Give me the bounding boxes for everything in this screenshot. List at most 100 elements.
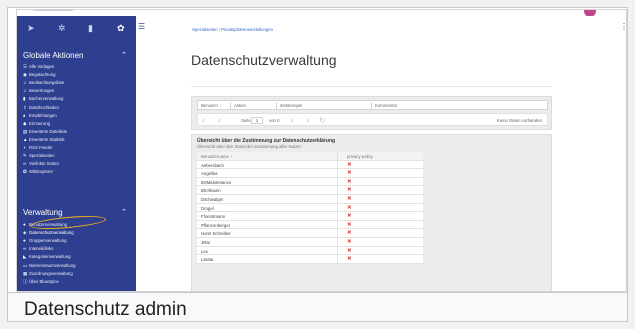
table-row: Dschwalger ✕ [197,194,423,204]
sidebar-item[interactable]: ♠ Empfehlungen [23,112,131,119]
column-divider [337,194,338,203]
consent-table-body: Aebersbach ✕ Angelika ✕ BSMaintenance ✕ Bhofma… [197,160,423,264]
sidebar-section-title: Globale Aktionen [23,51,84,60]
sidebar-section-header[interactable]: Globale Aktionen ⌃ [23,51,129,60]
main-content: ☰ ⋮ Spezialseiten / Privatsphäreneinstel… [136,16,626,291]
page-number-input[interactable]: 1 [251,117,263,124]
username-cell: Drogel [201,205,214,211]
last-page-icon[interactable]: › [306,115,309,125]
sidebar: ➤ ✲ ▮ ✿ Globale Aktionen ⌃ ☰ Alle Vorlagen ◉… [17,16,137,291]
breadcrumb-item-spezialseiten[interactable]: Spezialseiten [192,27,218,32]
username-cell: Lärata [201,257,214,263]
column-header-benutzer[interactable]: Benutzer ↓ [201,102,222,110]
column-header-username[interactable]: Benutzername ↑ [201,154,232,159]
sidebar-item-label: Namensraumverwaltung [29,262,76,268]
not-consented-icon: ✕ [347,238,352,245]
not-consented-icon: ✕ [347,230,352,237]
not-consented-icon: ✕ [347,213,352,220]
sidebar-item[interactable]: ☰ Alle Vorlagen [23,63,131,70]
sidebar-item[interactable]: ◆ Erinnerung [23,120,131,127]
column-header-aktion[interactable]: Aktion [230,102,246,110]
username-cell: Angelika [201,171,218,177]
not-consented-icon: ✕ [347,247,352,254]
sidebar-item-label: Verlinkte Seiten [29,161,59,167]
sidebar-top-icons: ➤ ✲ ▮ ✿ [25,23,137,35]
sidebar-item[interactable]: ▭ Namensraumverwaltung [23,262,131,269]
sidebar-item[interactable]: ◗ RSS Feeder [23,144,131,151]
column-divider [337,229,338,237]
table-row: Pflanzenberger ✕ [197,220,423,230]
table-row: Horst Schreiber ✕ [197,229,423,238]
prev-page-icon[interactable]: ‹ [218,115,221,125]
paper-plane-icon[interactable]: ➤ [27,23,35,34]
sidebar-item-label: Kategorienverwaltung [29,254,71,260]
chevron-up-icon[interactable]: ⌃ [121,51,127,59]
sidebar-item[interactable]: ▤ Erweiterte Dateiliste [23,128,131,135]
sidebar-item[interactable]: ◣ Kategorienverwaltung [23,253,131,260]
sidebar-item-label: Datenschutzverwaltung [29,230,74,236]
username-cell: Pflanzenberger [201,222,231,228]
not-consented-icon: ✕ [347,170,352,177]
table-row: BSMaintenance ✕ [197,177,423,187]
column-header-zeitstempel[interactable]: Zeitstempel [276,102,302,110]
username-cell: Horst Schreiber [201,231,231,237]
column-divider [337,203,338,212]
gear-icon[interactable]: ✿ [117,23,125,34]
first-page-icon[interactable]: ‹ [202,115,205,125]
hamburger-menu-icon[interactable]: ☰ [138,22,145,31]
column-header-privacy-policy[interactable]: privacy policy [347,154,417,159]
sidebar-item[interactable]: ✎ Spezialseiten [23,152,131,159]
sidebar-item[interactable]: ∞ Interwikilinks [23,245,131,252]
table-row: Bhofmann ✕ [197,186,423,195]
not-consented-icon: ✕ [347,187,352,194]
not-consented-icon: ✕ [347,204,352,211]
sidebar-item[interactable]: ▲ Erweiterte Statistik [23,136,131,143]
sidebar-section-title: Verwaltung [23,208,63,217]
next-page-icon[interactable]: › [290,115,293,125]
sidebar-item[interactable]: ☆ Bewertungen [23,87,131,94]
page-count: von 0 [269,118,280,123]
clipboard-icon[interactable]: ▮ [88,23,93,34]
sidebar-item-label: Erweiterte Dateiliste [29,128,68,134]
sidebar-item-label: Spezialseiten [29,153,55,159]
sidebar-item[interactable]: ● Gruppenverwaltung [23,237,131,244]
breadcrumb-separator: / [218,27,220,32]
sidebar-item[interactable]: ▦ Zuordnungsverwaltung [23,270,131,277]
table-row: Drogel ✕ [197,203,423,213]
grid-header: Benutzer ↓ Aktion Zeitstempel Kommentar [197,100,548,110]
column-header-kommentar[interactable]: Kommentar [371,102,397,110]
thumbnail-frame: ➤ ✲ ▮ ✿ Globale Aktionen ⌃ ☰ Alle Vorlagen ◉… [7,7,628,322]
sidebar-item-label: WikiExplorer [29,169,54,175]
empty-state-text: Keine Daten vorhanden [496,118,542,123]
sidebar-item-label: Bücherverwaltung [29,96,64,102]
sidebar-item[interactable]: ✪ WikiExplorer [23,168,131,175]
not-consented-icon: ✕ [347,178,352,185]
table-row: Lärata ✕ [197,255,423,264]
more-options-icon[interactable]: ⋮ [620,22,626,31]
sidebar-item[interactable]: ∞ Verlinkte Seiten [23,160,131,167]
page-title: Datenschutzverwaltung [191,52,337,68]
username-cell: JRar [201,239,211,245]
table-row: Angelika ✕ [197,169,423,178]
sidebar-item[interactable]: ⇪ Dateihochladen [23,104,131,111]
sidebar-item[interactable]: ⓘ Über BlueSpice [23,278,131,285]
sidebar-item[interactable]: ◈ Datenschutzverwaltung [23,229,131,236]
not-consented-icon: ✕ [347,195,352,202]
refresh-icon[interactable]: ↻ [319,116,326,125]
chevron-up-icon[interactable]: ⌃ [121,208,127,216]
sidebar-item-label: Bewertungen [29,88,55,94]
sidebar-item-label: Alle Vorlagen [29,64,55,69]
sidebar-item-label: Erinnerung [29,120,51,126]
table-row: Ffoerstmann ✕ [197,212,423,221]
sidebar-item-label: Begutachtung [29,72,56,78]
sidebar-item-label: Zuordnungsverwaltung [29,270,73,276]
sidebar-item[interactable]: ◉ Begutachtung [23,71,131,78]
consent-table: Benutzername ↑ privacy policy Aebersbach… [197,152,423,264]
column-divider [337,212,338,220]
sidebar-item[interactable]: ☆ Beobachtungsliste [23,79,131,86]
username-cell: Bhofmann [201,188,221,194]
puzzle-icon[interactable]: ✲ [58,23,66,34]
sidebar-item-label: Beobachtungsliste [29,80,65,86]
breadcrumb-item-privatsphaere[interactable]: Privatsphäreneinstellungen [221,27,273,32]
sidebar-item[interactable]: ▮ Bücherverwaltung [23,95,131,102]
